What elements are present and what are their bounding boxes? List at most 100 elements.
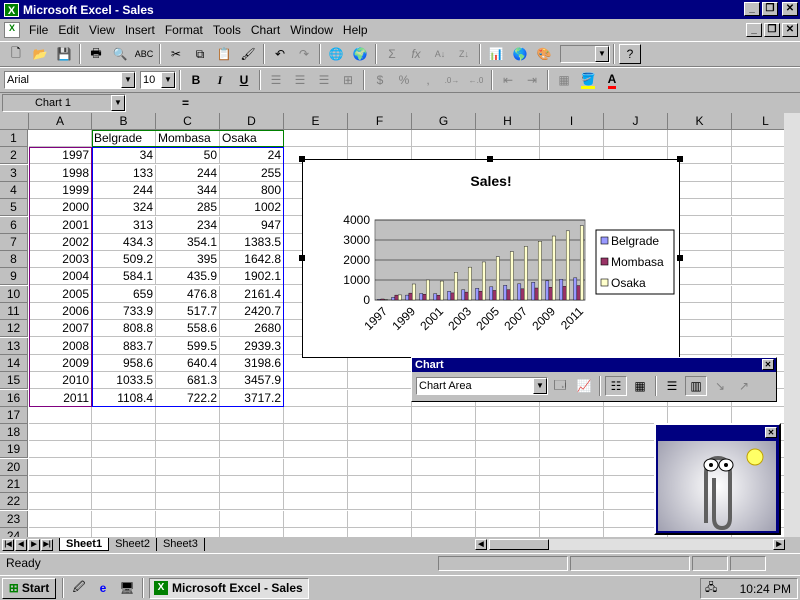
y-tick-label[interactable]: 2000 [343,253,370,267]
chart-object[interactable]: Sales! 0 1000 2000 3000 4000 1997 1999 2001 2003 2… [302,159,680,358]
currency-button[interactable]: $ [369,70,391,90]
column-header-e[interactable]: E [284,113,348,130]
cell[interactable] [156,476,220,493]
column-header-k[interactable]: K [668,113,732,130]
bar-osaka[interactable] [509,251,514,301]
print-icon[interactable]: 🖶 [85,44,107,64]
cell[interactable] [476,458,540,476]
cell[interactable] [284,406,348,424]
row-header-13[interactable]: 13 [0,337,28,355]
zoom-combo[interactable]: ▼ [560,45,610,63]
column-header-h[interactable]: H [476,113,540,130]
office-assistant[interactable]: ✕ [654,423,781,535]
cell[interactable] [348,389,412,407]
cell[interactable] [156,510,220,528]
bar-belgrade[interactable] [405,294,410,301]
row-header-1[interactable]: 1 [0,130,28,147]
x-tick-label[interactable]: 1999 [389,304,418,333]
save-icon[interactable]: 💾 [53,44,75,64]
cell[interactable] [476,493,540,511]
bar-osaka[interactable] [523,246,528,301]
bar-mombasa[interactable] [506,289,511,301]
x-tick-label[interactable]: 2003 [445,304,474,333]
cell[interactable] [540,406,604,424]
legend-icon[interactable]: ☷ [605,376,627,396]
bar-mombasa[interactable] [450,292,455,301]
column-header-c[interactable]: C [156,113,220,130]
chart-objects-combo[interactable]: Chart Area ▼ [416,377,548,395]
cell[interactable] [29,510,92,528]
cell[interactable] [92,424,156,442]
cell[interactable] [284,476,348,493]
by-row-icon[interactable]: ☰ [661,376,683,396]
fill-color-icon[interactable]: 🪣 [577,70,599,90]
cell[interactable] [29,458,92,476]
cell[interactable] [220,406,284,424]
function-icon[interactable]: fx [405,44,427,64]
bar-osaka[interactable] [397,294,402,301]
cell[interactable] [412,476,476,493]
tab-sheet3[interactable]: Sheet3 [157,538,205,551]
menu-help[interactable]: Help [338,23,373,37]
bar-belgrade[interactable] [461,289,466,301]
cell[interactable] [412,441,476,459]
cell[interactable] [156,406,220,424]
cell[interactable] [476,406,540,424]
bar-osaka[interactable] [411,283,416,301]
resize-handle-mr[interactable] [677,255,683,261]
angle-down-icon[interactable]: ↘ [709,376,731,396]
cell[interactable] [412,424,476,442]
row-header-6[interactable]: 6 [0,216,28,234]
assistant-close[interactable]: ✕ [765,427,777,438]
bar-mombasa[interactable] [408,292,413,301]
new-icon[interactable]: 🗋 [5,44,27,64]
decrease-indent-icon[interactable]: ⇤ [497,70,519,90]
cell[interactable] [220,510,284,528]
redo-icon[interactable]: ↷ [293,44,315,64]
doc-restore-button[interactable]: ❐ [764,23,780,37]
cell[interactable] [220,476,284,493]
cell[interactable] [156,441,220,459]
cell[interactable] [668,406,732,424]
map-icon[interactable]: 🌎 [509,44,531,64]
y-tick-label[interactable]: 4000 [343,213,370,227]
cell[interactable] [29,130,92,147]
start-button[interactable]: ⊞ Start [2,577,56,599]
align-left-icon[interactable]: ☰ [265,70,287,90]
bar-belgrade[interactable] [419,293,424,301]
legend-label-osaka[interactable]: Osaka [611,276,646,290]
data-table-icon[interactable]: ▦ [629,376,651,396]
cell[interactable] [92,406,156,424]
bar-osaka[interactable] [537,241,542,301]
bar-osaka[interactable] [439,280,444,301]
align-right-icon[interactable]: ☰ [313,70,335,90]
cell[interactable] [412,510,476,528]
cell[interactable] [604,406,668,424]
horizontal-scrollbar[interactable]: ◀ ▶ [474,538,786,551]
cell[interactable] [348,424,412,442]
bar-osaka[interactable] [425,279,430,301]
chart-wizard-icon[interactable]: 📊 [485,44,507,64]
tab-sheet1[interactable]: Sheet1 [59,538,110,551]
y-tick-label[interactable]: 0 [363,293,370,307]
bar-belgrade[interactable] [475,288,480,301]
row-header-15[interactable]: 15 [0,372,28,390]
restore-button[interactable]: ❐ [762,2,778,16]
document-icon[interactable]: X [4,22,20,38]
font-color-icon[interactable]: A [601,70,623,90]
row-header-12[interactable]: 12 [0,320,28,338]
cell[interactable] [92,458,156,476]
sort-ascending-icon[interactable]: A↓ [429,44,451,64]
tab-sheet2[interactable]: Sheet2 [109,538,157,551]
resize-handle-tl[interactable] [299,156,305,162]
by-column-icon[interactable]: ▥ [685,376,707,396]
bar-mombasa[interactable] [478,291,483,301]
cell[interactable] [284,424,348,442]
cell[interactable] [284,510,348,528]
cell[interactable] [540,493,604,511]
doc-close-button[interactable]: ✕ [782,23,798,37]
cell[interactable] [476,510,540,528]
row-header-4[interactable]: 4 [0,181,28,199]
align-center-icon[interactable]: ☰ [289,70,311,90]
borders-icon[interactable]: ▦ [553,70,575,90]
